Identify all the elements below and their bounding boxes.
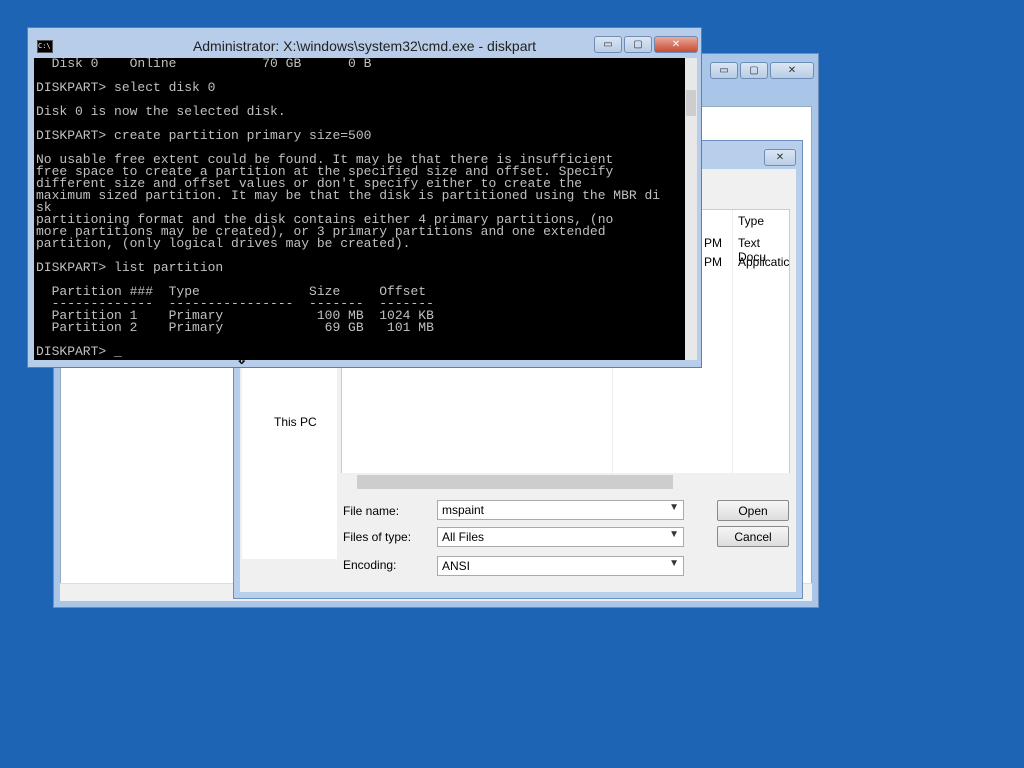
encoding-value: ANSI bbox=[442, 559, 471, 573]
resize-cursor-icon: ⇕ bbox=[235, 351, 249, 368]
cmd-titlebar[interactable]: C:\ Administrator: X:\windows\system32\c… bbox=[28, 28, 701, 58]
cmd-window[interactable]: C:\ Administrator: X:\windows\system32\c… bbox=[27, 27, 702, 368]
files-of-type-select[interactable]: All Files ▼ bbox=[437, 527, 684, 547]
close-button[interactable]: ✕ bbox=[654, 36, 698, 53]
scrollbar-thumb[interactable] bbox=[686, 90, 696, 116]
column-header-type[interactable]: Type bbox=[738, 214, 764, 228]
row-type-cell: Applicatic bbox=[738, 255, 790, 269]
minimize-button[interactable]: ▭ bbox=[594, 36, 622, 53]
encoding-label: Encoding: bbox=[343, 558, 397, 572]
console-vertical-scrollbar[interactable] bbox=[685, 58, 697, 360]
open-button[interactable]: Open bbox=[717, 500, 789, 521]
cancel-button[interactable]: Cancel bbox=[717, 526, 789, 547]
file-name-value: mspaint bbox=[442, 503, 485, 517]
column-divider bbox=[732, 210, 733, 476]
file-name-label: File name: bbox=[343, 504, 400, 518]
maximize-button[interactable]: ▢ bbox=[624, 36, 652, 53]
nav-item-this-pc[interactable]: This PC bbox=[274, 415, 317, 429]
chevron-down-icon[interactable]: ▼ bbox=[669, 502, 679, 513]
chevron-down-icon[interactable]: ▼ bbox=[669, 529, 679, 540]
files-of-type-label: Files of type: bbox=[343, 530, 412, 544]
row-date-cell: PM bbox=[704, 236, 722, 250]
files-of-type-value: All Files bbox=[442, 530, 485, 544]
maximize-button[interactable]: ▢ bbox=[740, 62, 768, 79]
back-window-controls: ▭ ▢ ✕ bbox=[710, 62, 814, 79]
scrollbar-thumb[interactable] bbox=[357, 475, 673, 489]
minimize-button[interactable]: ▭ bbox=[710, 62, 738, 79]
encoding-select[interactable]: ANSI ▼ bbox=[437, 556, 684, 576]
row-date-cell: PM bbox=[704, 255, 722, 269]
dialog-close-button[interactable]: ✕ bbox=[764, 149, 796, 166]
close-button[interactable]: ✕ bbox=[770, 62, 814, 79]
chevron-down-icon[interactable]: ▼ bbox=[669, 558, 679, 569]
file-name-input[interactable]: mspaint ▼ bbox=[437, 500, 684, 520]
cmd-window-controls: ▭ ▢ ✕ bbox=[594, 36, 698, 53]
file-list-horizontal-scrollbar[interactable] bbox=[341, 473, 790, 491]
console-output: Disk 0 Online 70 GB 0 B DISKPART> select… bbox=[36, 58, 661, 359]
console-screen[interactable]: Disk 0 Online 70 GB 0 B DISKPART> select… bbox=[34, 58, 685, 360]
